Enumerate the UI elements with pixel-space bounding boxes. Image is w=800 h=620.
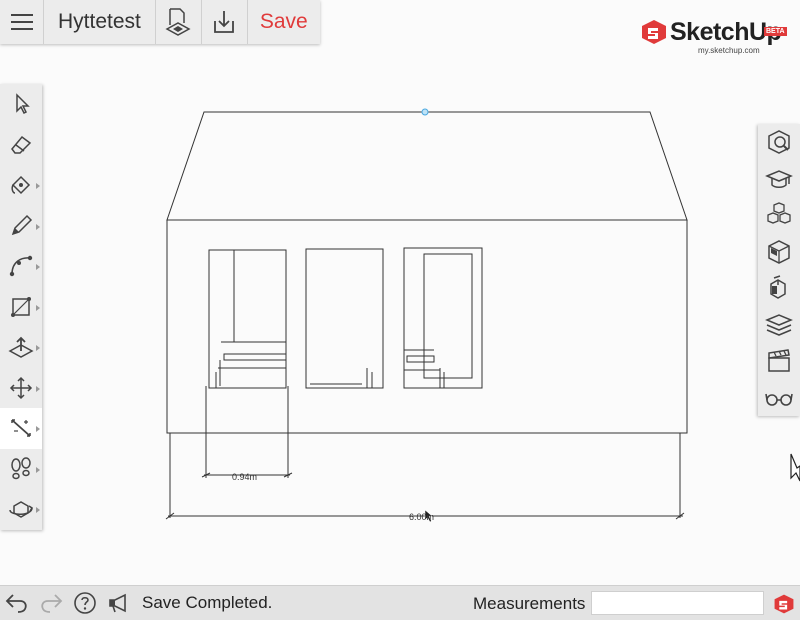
more-tools-indicator <box>36 426 40 432</box>
sketchup-logo[interactable]: SketchUp BETA my.sketchup.com <box>640 18 787 58</box>
top-toolbar: Hyttetest Save <box>0 0 320 44</box>
materials-panel[interactable] <box>758 234 800 271</box>
inference-midpoint <box>421 108 429 116</box>
arc-icon <box>9 256 33 277</box>
sketchup-logo-icon <box>642 20 666 44</box>
clapperboard-icon <box>768 349 790 372</box>
more-tools-indicator <box>36 183 40 189</box>
select-tool[interactable] <box>0 84 42 125</box>
scenes-panel[interactable] <box>758 343 800 380</box>
save-button[interactable]: Save <box>247 0 320 44</box>
components-panel[interactable] <box>758 197 800 234</box>
panel-palette <box>758 124 800 416</box>
push-pull-tool[interactable] <box>0 327 42 368</box>
wall-face <box>166 219 688 434</box>
beta-badge: BETA <box>764 27 787 36</box>
window-left <box>208 249 287 389</box>
move-tool[interactable] <box>0 368 42 409</box>
redo-icon <box>41 594 63 613</box>
sketchup-logo-icon <box>774 594 794 613</box>
push-pull-icon <box>8 336 34 359</box>
orbit-tool[interactable] <box>0 489 42 530</box>
rectangle-tool[interactable] <box>0 287 42 328</box>
window-right <box>403 247 483 389</box>
model-canvas[interactable] <box>0 0 800 585</box>
help-icon <box>74 592 96 614</box>
tool-palette <box>0 84 42 530</box>
arrow-cursor-icon <box>16 93 30 115</box>
file-title: Hyttetest <box>58 10 141 33</box>
move-icon <box>9 376 33 399</box>
file-title-button[interactable]: Hyttetest <box>44 0 156 44</box>
tape-measure-icon <box>11 419 31 437</box>
instructor-panel[interactable] <box>758 161 800 198</box>
redo-button[interactable] <box>34 586 68 620</box>
window-middle <box>305 248 384 389</box>
status-message: Save Completed. <box>142 593 273 612</box>
megaphone-icon <box>109 593 126 613</box>
status-bar: Save Completed. Measurements <box>0 585 800 620</box>
styles-icon <box>770 275 786 300</box>
materials-icon <box>768 239 790 264</box>
export-button[interactable] <box>201 0 248 44</box>
pencil-icon <box>11 214 33 235</box>
roof-face <box>166 111 688 221</box>
glasses-icon <box>765 393 793 406</box>
eraser-tool[interactable] <box>0 125 42 166</box>
menu-button[interactable] <box>0 0 44 44</box>
more-tools-indicator <box>36 304 40 311</box>
more-tools-indicator <box>36 223 40 230</box>
eraser-icon <box>11 135 32 154</box>
tape-measure-tool[interactable] <box>0 408 42 449</box>
more-tools-indicator <box>36 466 40 473</box>
paint-bucket-icon <box>11 176 31 195</box>
sketchup-app: 0.94m 6.00m Hyttetest Save SketchUp BETA… <box>0 0 800 620</box>
dimension-label-window: 0.94m <box>232 472 258 482</box>
more-tools-indicator <box>36 507 40 513</box>
layers-panel[interactable] <box>758 307 800 344</box>
walk-tool[interactable] <box>0 449 42 490</box>
help-button[interactable] <box>68 586 102 620</box>
arc-tool[interactable] <box>0 246 42 287</box>
model-info-button[interactable] <box>155 0 202 44</box>
orbit-icon <box>9 501 34 519</box>
dimension-label-wall: 6.00m <box>409 512 435 522</box>
graduation-cap-icon <box>765 169 793 188</box>
more-tools-indicator <box>36 345 40 351</box>
hamburger-icon <box>10 14 33 30</box>
paint-tool[interactable] <box>0 165 42 206</box>
undo-icon <box>5 594 27 613</box>
more-tools-indicator <box>36 264 40 270</box>
announcements-button[interactable] <box>102 586 136 620</box>
components-icon <box>767 202 791 224</box>
footprints-icon <box>11 457 31 479</box>
display-panel[interactable] <box>758 380 800 417</box>
entity-info-icon <box>768 130 790 155</box>
logo-url: my.sketchup.com <box>698 46 760 55</box>
dimension-window-width <box>201 386 293 478</box>
pencil-tool[interactable] <box>0 206 42 247</box>
more-tools-indicator <box>36 385 40 392</box>
undo-button[interactable] <box>0 586 34 620</box>
entity-info-panel[interactable] <box>758 124 800 161</box>
pointer-cursor-icon <box>790 453 800 482</box>
download-icon <box>214 11 235 33</box>
measurements-input[interactable] <box>591 591 764 615</box>
sketchup-menu-button[interactable] <box>768 586 800 620</box>
styles-panel[interactable] <box>758 270 800 307</box>
model-info-icon <box>165 8 191 36</box>
layers-icon <box>765 313 793 336</box>
measurements-label: Measurements <box>473 594 586 613</box>
rectangle-icon <box>11 296 31 317</box>
